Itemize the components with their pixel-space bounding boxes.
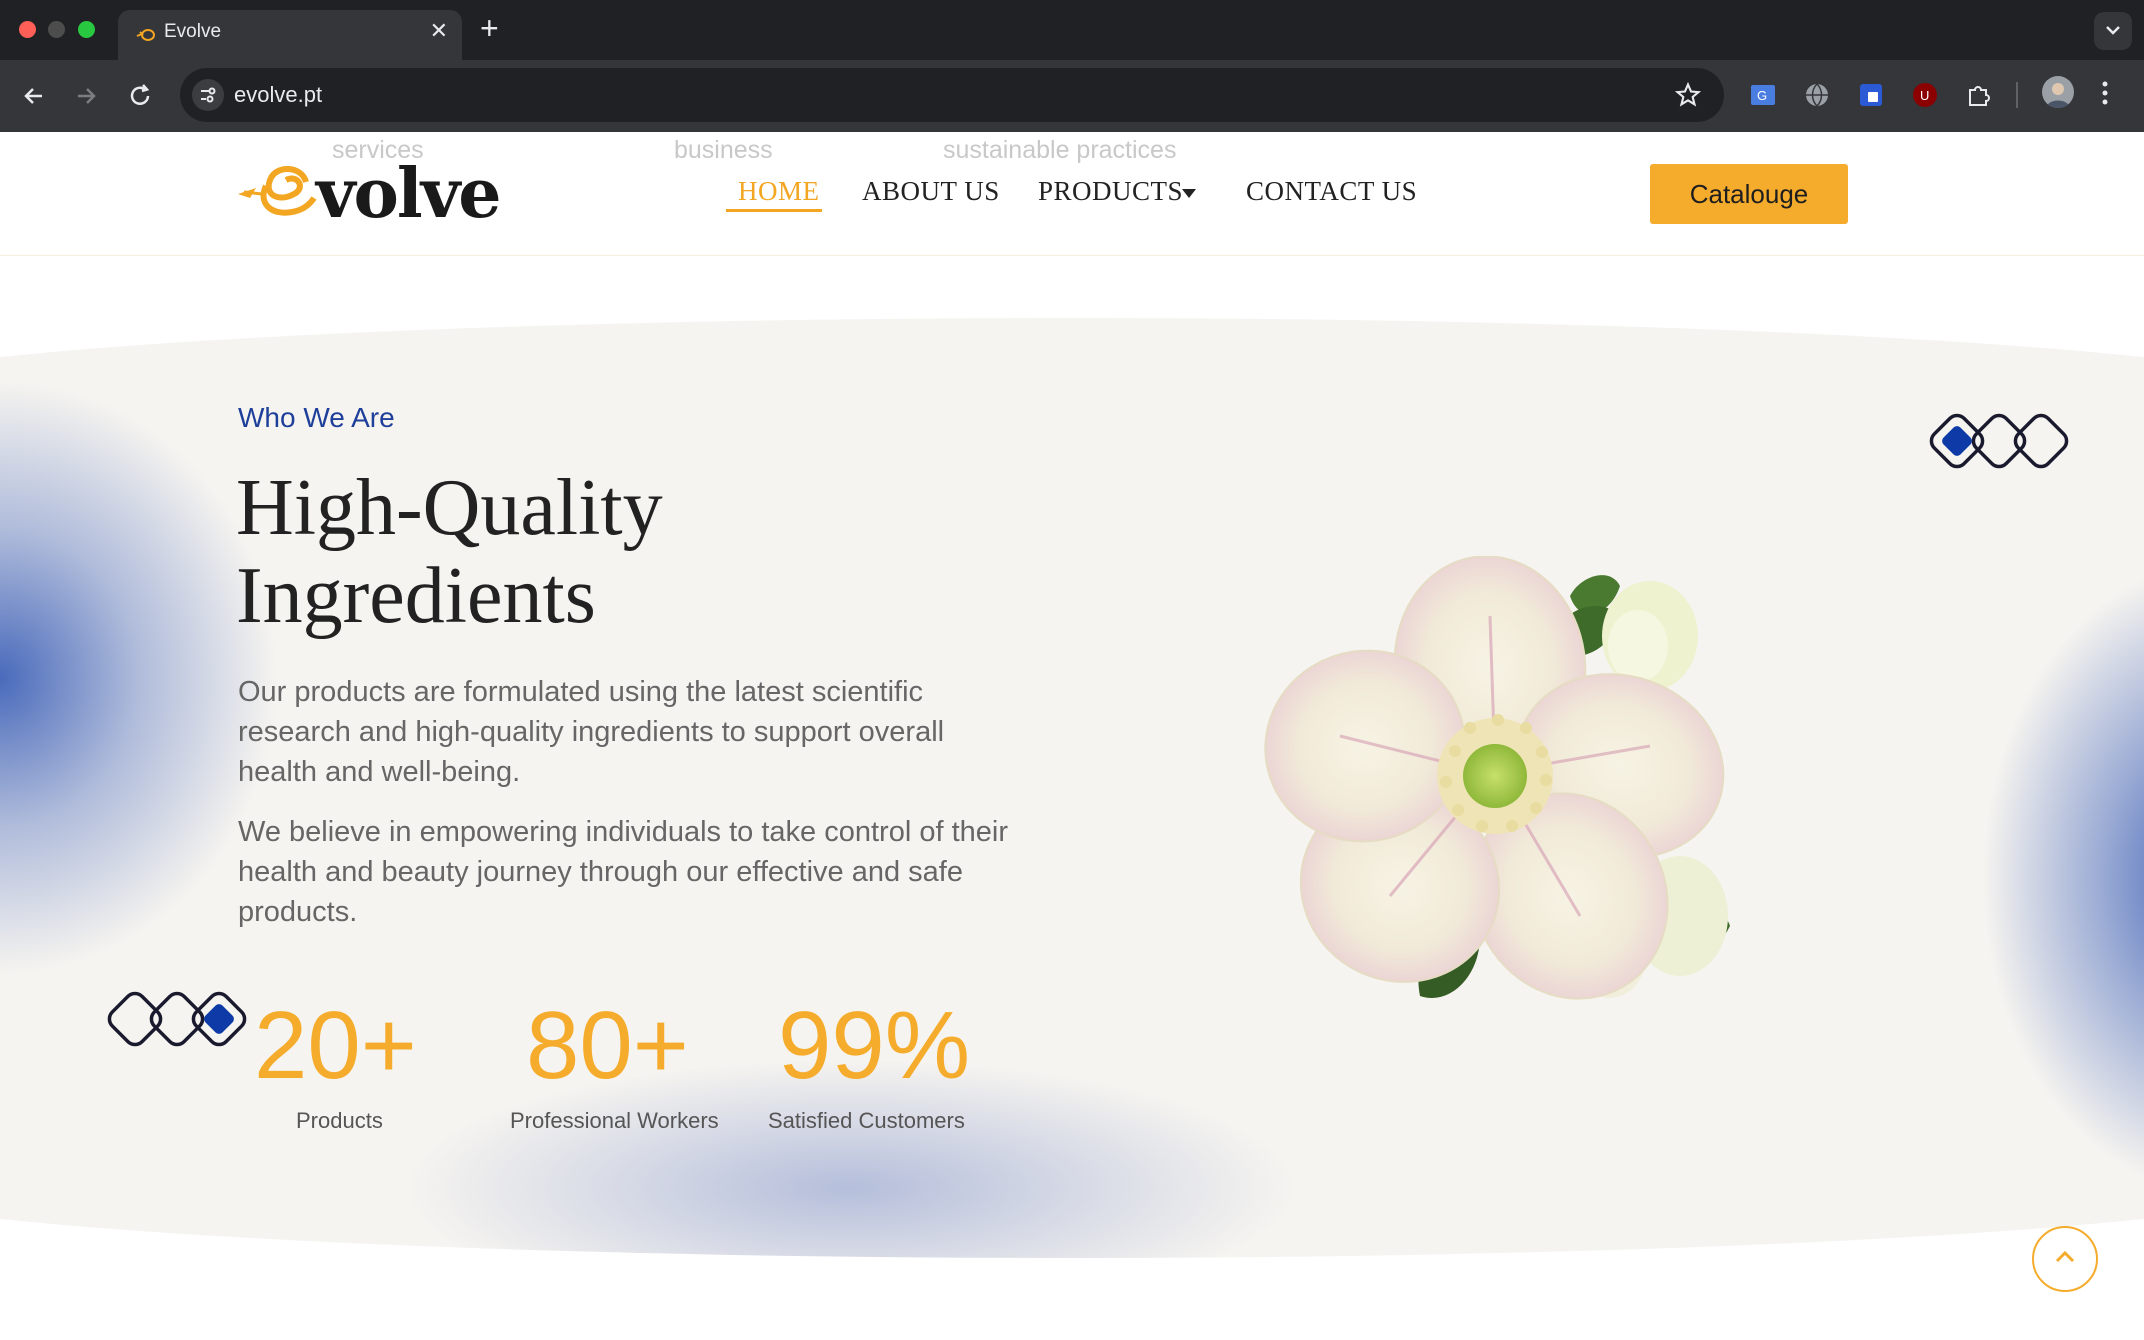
nav-contact-us[interactable]: CONTACT US <box>1246 176 1417 207</box>
scroll-to-top-button[interactable] <box>2032 1226 2098 1292</box>
ghost-word-sustainable: sustainable practices <box>943 136 1177 164</box>
svg-text:U: U <box>1920 88 1929 103</box>
catalogue-button[interactable]: Catalouge <box>1650 164 1848 224</box>
site-info-button[interactable] <box>192 79 224 111</box>
evolve-favicon-icon <box>136 29 155 41</box>
stat-label-workers: Professional Workers <box>510 1108 719 1133</box>
nav-products[interactable]: PRODUCTS <box>1038 176 1183 207</box>
browser-tab[interactable]: Evolve ✕ <box>118 10 462 60</box>
close-icon[interactable]: ✕ <box>430 18 448 44</box>
toolbar-divider <box>2016 82 2018 108</box>
ghost-word-business: business <box>674 136 773 164</box>
url-text[interactable]: evolve.pt <box>234 82 322 108</box>
shield-icon[interactable] <box>1856 80 1886 110</box>
stat-value-customers: 99% <box>778 992 971 1099</box>
glow-right <box>1980 558 2144 1198</box>
puzzle-icon[interactable] <box>1964 80 1994 110</box>
site-info-icon <box>201 87 216 103</box>
caret-down-icon[interactable] <box>1182 189 1196 198</box>
maximize-window-button[interactable] <box>78 21 95 38</box>
translate-icon[interactable]: G <box>1748 80 1778 110</box>
hellebore-flower-image <box>1264 556 1730 1000</box>
logo-text: volve <box>316 154 501 234</box>
section-eyebrow: Who We Are <box>238 402 395 433</box>
star-icon[interactable] <box>1674 81 1702 109</box>
nav-about-us[interactable]: ABOUT US <box>862 176 1000 207</box>
stat-label-customers: Satisfied Customers <box>768 1108 965 1133</box>
back-icon[interactable] <box>18 80 50 112</box>
site-header: services business sustainable practices … <box>0 132 2144 256</box>
logo-mark-icon <box>238 166 317 216</box>
minimize-window-button[interactable] <box>48 21 65 38</box>
chevron-up-icon <box>2055 1250 2075 1263</box>
browser-toolbar: evolve.pt G U <box>0 60 2144 132</box>
forward-icon[interactable] <box>70 80 102 112</box>
reload-icon[interactable] <box>124 80 156 112</box>
hero-headline: High-Quality Ingredients <box>236 464 1036 640</box>
evolve-logo[interactable]: volve <box>236 154 506 234</box>
nav-home[interactable]: HOME <box>738 176 820 207</box>
diamond-ornament-icon <box>1929 413 2069 469</box>
stat-label-products: Products <box>296 1108 383 1133</box>
browser-tab-bar: Evolve ✕ + <box>0 0 2144 60</box>
plus-icon[interactable]: + <box>480 10 499 47</box>
stat-value-workers: 80+ <box>526 992 689 1099</box>
ublock-icon[interactable]: U <box>1910 80 1940 110</box>
svg-text:G: G <box>1757 88 1767 103</box>
hero-paragraph-2: We believe in empowering individuals to … <box>238 816 1008 928</box>
diamond-ornament-icon <box>107 991 247 1047</box>
close-window-button[interactable] <box>19 21 36 38</box>
stat-value-products: 20+ <box>254 992 417 1099</box>
address-bar[interactable]: evolve.pt <box>180 68 1724 122</box>
headline-line-1: High-Quality <box>236 464 663 552</box>
hero-paragraph-1: Our products are formulated using the la… <box>238 676 945 788</box>
hero-section: Who We Are High-Quality Ingredients Our … <box>0 256 2144 1340</box>
avatar[interactable] <box>2042 76 2074 108</box>
more-vert-icon[interactable] <box>2100 78 2110 108</box>
nav-home-underline <box>726 209 822 212</box>
chevron-down-icon <box>2106 26 2120 35</box>
headline-line-2: Ingredients <box>236 552 596 640</box>
globe-icon[interactable] <box>1802 80 1832 110</box>
tab-title: Evolve <box>164 21 222 42</box>
tab-search-button[interactable] <box>2094 12 2132 50</box>
